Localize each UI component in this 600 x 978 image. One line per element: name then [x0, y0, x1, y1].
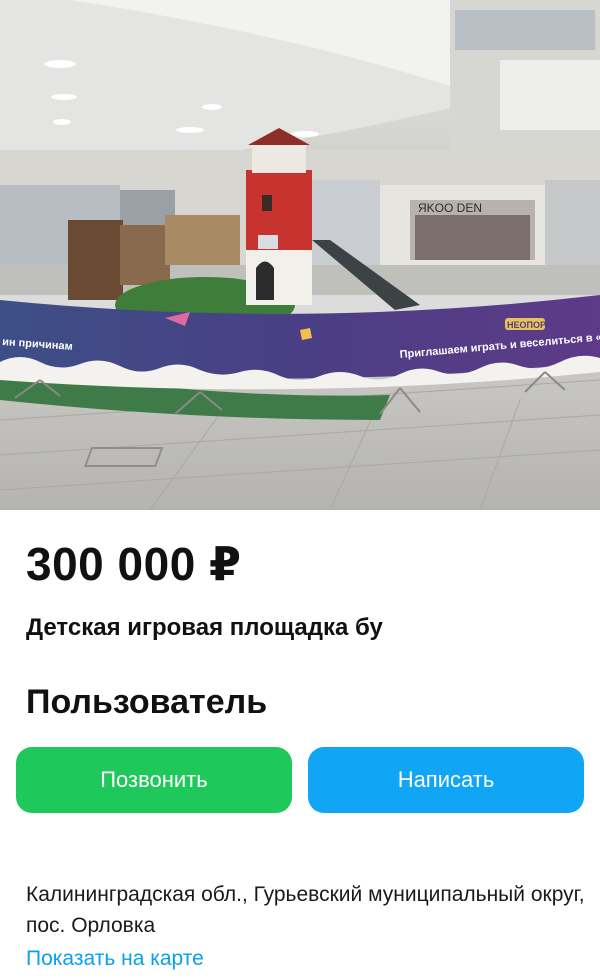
- store-sign-text: ЯKOO DEN: [418, 201, 482, 215]
- message-button[interactable]: Написать: [308, 747, 584, 813]
- listing-photo[interactable]: ЯKOO DEN НЕОПОРТ Приглашаем играть и вес…: [0, 0, 600, 510]
- playground-photo-image: ЯKOO DEN НЕОПОРТ Приглашаем играть и вес…: [0, 0, 600, 510]
- listing-address: Калининградская обл., Гурьевский муницип…: [26, 883, 585, 937]
- listing-title: Детская игровая площадка бу: [26, 614, 383, 641]
- seller-name[interactable]: Пользователь: [26, 680, 267, 724]
- call-button[interactable]: Позвонить: [16, 747, 292, 813]
- show-on-map-link[interactable]: Показать на карте: [26, 944, 204, 974]
- banner-logo-text: НЕОПОРТ: [507, 320, 552, 330]
- listing-price: 300 000 ₽: [26, 538, 242, 590]
